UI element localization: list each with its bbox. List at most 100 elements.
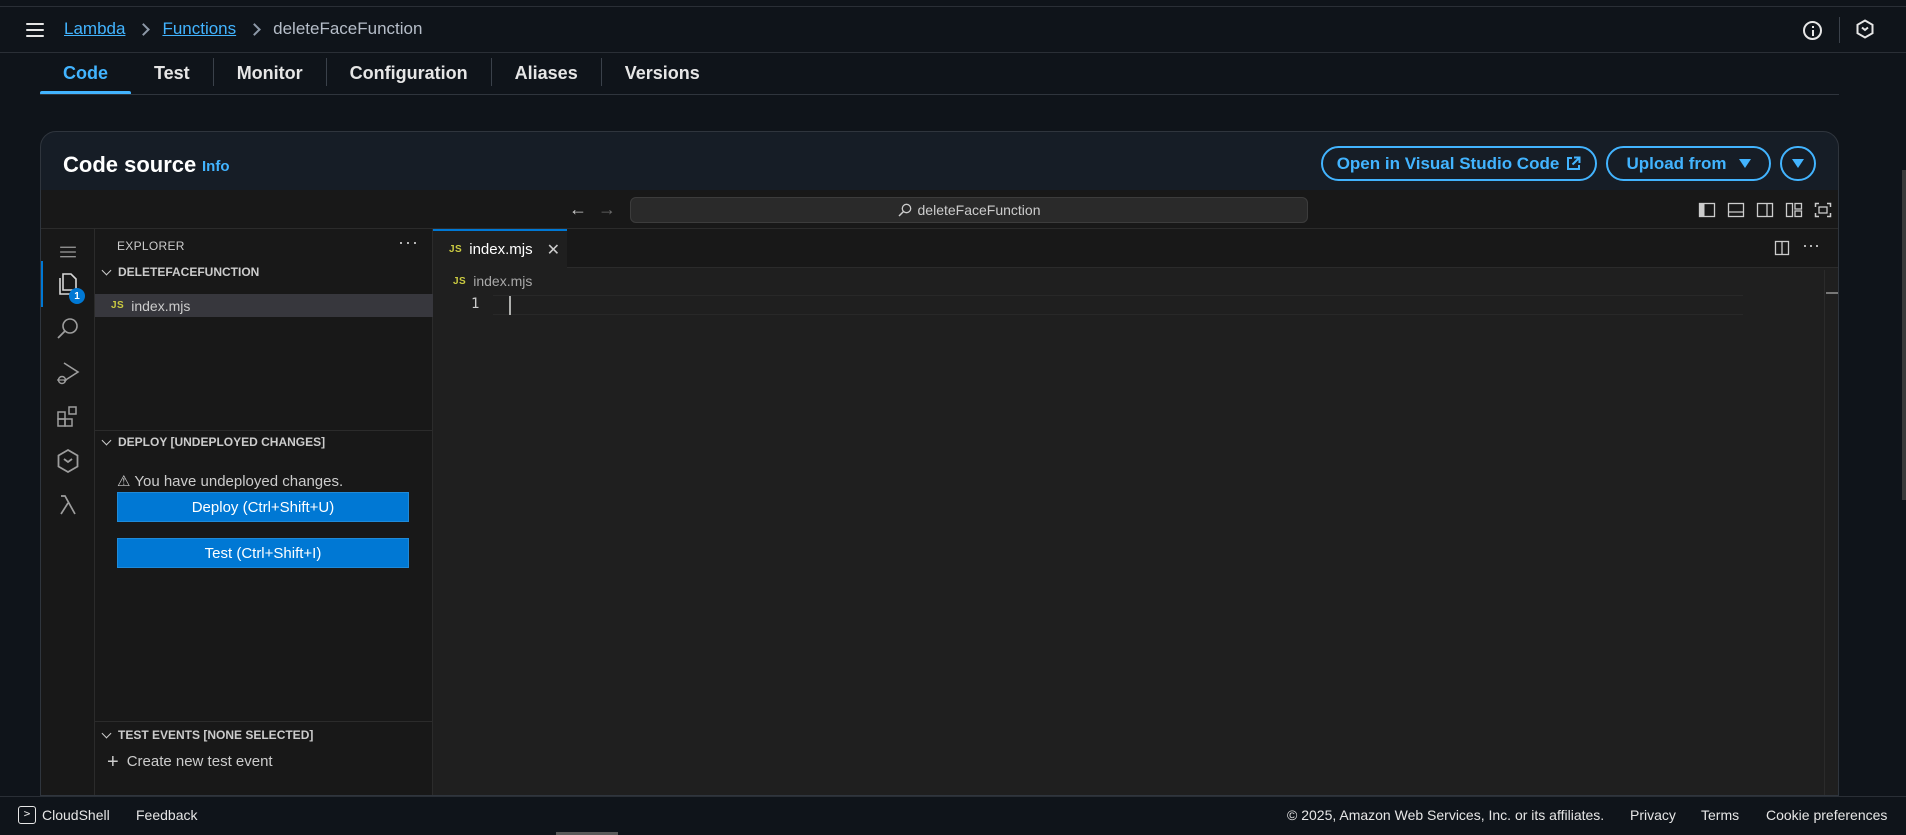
deploy-section-header[interactable]: DEPLOY [UNDEPLOYED CHANGES] — [95, 431, 433, 453]
more-icon[interactable]: ··· — [1802, 235, 1820, 256]
caret-down-icon — [1738, 159, 1751, 168]
editor-tab-label: index.mjs — [469, 241, 533, 258]
search-icon — [897, 203, 911, 217]
back-arrow-icon[interactable]: ← — [569, 200, 587, 218]
chevron-down-icon — [101, 728, 112, 738]
chevron-right-icon — [137, 22, 151, 36]
editor-tab-bar: JS index.mjs ✕ ··· — [433, 229, 1838, 268]
create-test-event-link[interactable]: + Create new test event — [107, 750, 273, 773]
info-icon[interactable] — [1803, 21, 1822, 40]
editor-breadcrumb-file: index.mjs — [473, 273, 533, 289]
chevron-down-icon — [101, 435, 112, 445]
more-actions-button[interactable] — [1780, 146, 1816, 181]
tab-monitor[interactable]: Monitor — [214, 53, 326, 94]
js-file-icon: JS — [111, 300, 125, 311]
breadcrumb: Lambda Functions deleteFaceFunction — [64, 19, 422, 39]
tab-configuration[interactable]: Configuration — [327, 53, 491, 94]
forward-arrow-icon[interactable]: → — [598, 200, 616, 218]
info-link[interactable]: Info — [202, 158, 230, 175]
lambda-icon — [60, 495, 76, 515]
menu-icon — [60, 246, 76, 258]
section-divider — [95, 721, 433, 722]
close-icon[interactable]: ✕ — [547, 240, 560, 260]
activity-extensions[interactable] — [41, 394, 95, 440]
activity-lambda[interactable] — [41, 482, 95, 528]
terms-link[interactable]: Terms — [1701, 807, 1739, 823]
footer: > CloudShell Feedback © 2025, Amazon Web… — [0, 796, 1906, 832]
folder-section-header[interactable]: DELETEFACEFUNCTION — [95, 261, 433, 283]
upload-from-button[interactable]: Upload from — [1606, 146, 1771, 181]
privacy-link[interactable]: Privacy — [1630, 807, 1676, 823]
explorer-badge: 1 — [69, 288, 85, 304]
tab-test[interactable]: Test — [131, 53, 213, 94]
breadcrumb-lambda[interactable]: Lambda — [64, 19, 125, 39]
toggle-panel-icon[interactable] — [1727, 201, 1745, 219]
feedback-link[interactable]: Feedback — [136, 807, 197, 823]
test-events-section-header[interactable]: TEST EVENTS [NONE SELECTED] — [95, 724, 433, 746]
activity-amazon-q[interactable] — [41, 438, 95, 484]
toggle-primary-sidebar-icon[interactable] — [1698, 201, 1716, 219]
divider — [1839, 17, 1840, 43]
tabs-underline — [40, 94, 1839, 95]
code-editor-ide: ← → deleteFaceFunction 1 EXPLORER ··· DE… — [41, 190, 1838, 795]
code-source-panel: Code source Info Open in Visual Studio C… — [40, 131, 1839, 796]
create-test-event-label: Create new test event — [126, 753, 273, 770]
tab-aliases[interactable]: Aliases — [492, 53, 601, 94]
ide-titlebar: ← → deleteFaceFunction — [41, 190, 1838, 229]
breadcrumb-functions[interactable]: Functions — [162, 19, 236, 39]
cloudshell-link[interactable]: CloudShell — [42, 807, 110, 823]
activity-bar: 1 — [41, 229, 95, 795]
copyright-text: © 2025, Amazon Web Services, Inc. or its… — [1287, 807, 1605, 823]
deploy-section-title: DEPLOY [UNDEPLOYED CHANGES] — [118, 435, 326, 449]
customize-layout-icon[interactable] — [1785, 201, 1803, 219]
activity-run-debug[interactable] — [41, 350, 95, 396]
fullscreen-icon[interactable] — [1814, 201, 1832, 219]
undeployed-warning: ⚠ You have undeployed changes. — [117, 473, 344, 490]
amazon-q-icon[interactable] — [1855, 19, 1875, 39]
minimap-slider[interactable] — [1826, 292, 1838, 294]
folder-name: DELETEFACEFUNCTION — [118, 265, 260, 279]
test-events-title: TEST EVENTS [NONE SELECTED] — [118, 728, 314, 742]
external-link-icon — [1567, 156, 1581, 170]
js-file-icon: JS — [453, 275, 467, 287]
file-index-mjs[interactable]: JS index.mjs — [95, 294, 433, 317]
vertical-scrollbar[interactable] — [1902, 170, 1906, 500]
command-center-label: deleteFaceFunction — [917, 202, 1041, 218]
activity-explorer[interactable]: 1 — [41, 261, 95, 307]
explorer-header: EXPLORER — [117, 239, 185, 253]
editor-tab-index-mjs[interactable]: JS index.mjs ✕ — [433, 229, 567, 268]
upload-from-label: Upload from — [1626, 153, 1727, 173]
function-tabs: Code Test Monitor Configuration Aliases … — [40, 53, 723, 95]
toggle-secondary-sidebar-icon[interactable] — [1756, 201, 1774, 219]
text-cursor[interactable] — [509, 296, 511, 315]
extensions-icon — [57, 406, 77, 427]
activity-search[interactable] — [41, 306, 95, 352]
search-icon — [57, 318, 78, 339]
top-navigation-bar: Lambda Functions deleteFaceFunction — [0, 6, 1906, 53]
caret-down-icon — [1792, 159, 1804, 168]
menu-icon[interactable] — [26, 23, 44, 37]
command-center-search[interactable]: deleteFaceFunction — [630, 197, 1308, 223]
more-icon[interactable]: ··· — [398, 232, 419, 253]
cookie-preferences-link[interactable]: Cookie preferences — [1766, 807, 1887, 823]
code-source-title: Code source — [63, 152, 197, 177]
open-in-vscode-label: Open in Visual Studio Code — [1336, 153, 1560, 173]
open-in-vscode-button[interactable]: Open in Visual Studio Code — [1321, 146, 1597, 181]
chevron-down-icon — [101, 265, 112, 275]
deploy-button[interactable]: Deploy (Ctrl+Shift+U) — [117, 492, 409, 522]
test-button[interactable]: Test (Ctrl+Shift+I) — [117, 538, 409, 568]
current-line-highlight — [493, 295, 1743, 315]
chevron-right-icon — [248, 22, 262, 36]
plus-icon: + — [107, 750, 119, 773]
explorer-sidebar: EXPLORER ··· DELETEFACEFUNCTION JS index… — [95, 229, 433, 795]
amazon-q-icon — [57, 448, 79, 474]
minimap[interactable] — [1824, 270, 1825, 795]
cloudshell-icon[interactable]: > — [18, 806, 36, 824]
layout-controls — [1698, 201, 1832, 219]
breadcrumb-current: deleteFaceFunction — [273, 19, 423, 38]
file-name: index.mjs — [131, 297, 191, 314]
split-editor-icon[interactable] — [1774, 240, 1790, 256]
tab-code[interactable]: Code — [40, 53, 131, 95]
tab-versions[interactable]: Versions — [602, 53, 723, 94]
editor-breadcrumb[interactable]: JS index.mjs — [453, 273, 532, 289]
